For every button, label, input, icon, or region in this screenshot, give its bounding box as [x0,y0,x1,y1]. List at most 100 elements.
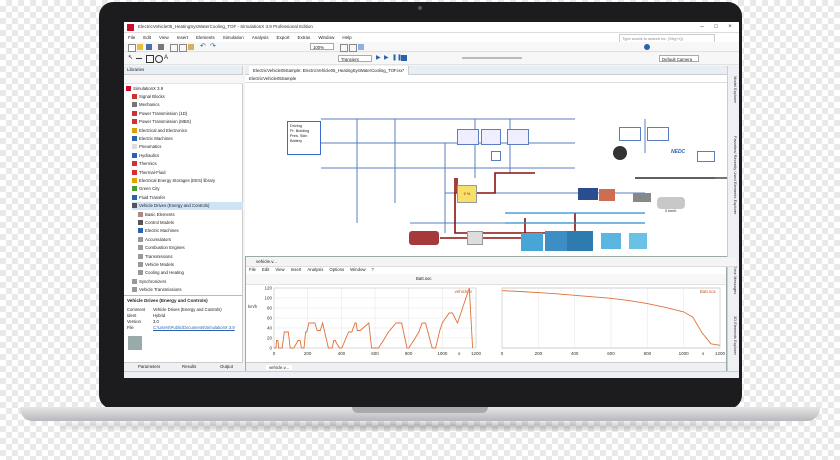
tab-model-explorer[interactable]: Model Explorer [730,76,738,103]
pointer-icon[interactable]: ↖ [128,55,134,61]
copy-icon[interactable] [179,44,187,52]
signal-block-4[interactable] [491,151,501,161]
tree-item[interactable]: Combustion Engines [138,244,243,252]
tab-error-messages[interactable]: Error Messages [730,266,738,294]
menu-analysis[interactable]: Analysis [248,33,273,42]
menu-window[interactable]: Window [314,33,338,42]
signal-block-3[interactable] [507,129,529,145]
heat-exchanger-1[interactable] [521,233,543,251]
menu-edit[interactable]: Edit [139,33,155,42]
tab-3d-elements[interactable]: 3D Elements Explorer [730,316,738,355]
plot-menu-options[interactable]: Options [326,266,347,274]
tree-item[interactable]: Synchronizers [132,278,243,286]
plot-menu-analysis[interactable]: Analysis [304,266,326,274]
menu-extras[interactable]: Extras [294,33,315,42]
driving-cycle-block[interactable]: Driving Pr. Building Pres. Skin Battery [287,121,321,155]
plot-menu-window[interactable]: Window [347,266,368,274]
tree-item[interactable]: Pneumatics [132,143,243,151]
zoom-in-icon[interactable] [340,44,348,52]
vehicle-car-icon[interactable] [657,197,685,209]
simulation-slider[interactable] [462,57,522,59]
menu-file[interactable]: File [124,33,139,42]
tab-favorites[interactable]: Favorites/ Recently Used Elements Explor… [730,136,738,214]
menu-elements[interactable]: Elements [192,33,219,42]
ellipse-icon[interactable] [155,55,163,63]
close-button[interactable]: × [723,23,737,31]
tab-parameters[interactable]: Parameters [138,364,160,369]
tree-item[interactable]: Vehicle Models [138,261,243,269]
plot-menu-help[interactable]: ? [368,266,376,274]
tree-item[interactable]: Thermal-Fluid [132,169,243,177]
stop-icon[interactable] [401,55,407,61]
driver-avatar-icon[interactable] [613,146,627,160]
paste-icon[interactable] [188,44,194,50]
heater-block[interactable] [409,231,439,245]
breadcrumb[interactable]: ElectricVehicle05Sample [245,75,727,83]
plot-menu-insert[interactable]: Insert [288,266,305,274]
tree-item[interactable]: Electric Machines [138,227,243,235]
line-icon[interactable] [136,55,142,59]
text-tool-icon[interactable]: A [164,55,170,61]
info-file-link[interactable]: C:\Users\Public\Documents\SimulationX 3.… [153,325,235,330]
zoom-out-icon[interactable] [349,44,357,52]
tree-root[interactable]: SimulationX 3.9 [126,85,163,93]
menu-insert[interactable]: Insert [173,33,192,42]
scope-block[interactable] [697,151,715,162]
rectangle-icon[interactable] [146,55,154,63]
tree-item[interactable]: Electrical and Electronics [132,127,243,135]
plot-menu-edit[interactable]: Edit [259,266,272,274]
minimize-button[interactable]: – [695,23,709,31]
tree-item[interactable]: Control Models [138,219,243,227]
cycle-generator-block[interactable] [647,127,669,141]
heat-exchanger-3[interactable] [567,231,593,251]
tree-item[interactable]: Signal Blocks [132,93,243,101]
tree-item[interactable]: Electrical Energy Storages (EES) library [132,177,243,185]
battery-block[interactable]: 0 % [457,185,477,203]
tree-item[interactable]: Vehicle Drives (Energy and Controls) [132,202,243,211]
cycle-source-block[interactable] [619,127,641,141]
redo-icon[interactable]: ↷ [210,43,216,50]
continue-icon[interactable]: ▶ [384,55,390,61]
tree-item[interactable]: Vehicle Transmissions [132,286,243,294]
document-tab[interactable]: ElectricVehicle05Sample: ElectricVehicle… [249,66,410,75]
tree-item[interactable]: Power Transmission (MBS) [132,118,243,126]
menu-help[interactable]: Help [338,33,355,42]
inverter-block[interactable] [578,188,598,200]
menu-view[interactable]: View [155,33,173,42]
zoom-select[interactable]: 100% [310,43,334,50]
menu-export[interactable]: Export [273,33,294,42]
pause-icon[interactable]: ❚❚ [392,55,402,61]
plot-tab[interactable]: vehicle.v... [266,365,292,370]
tree-item[interactable]: Electric Machines [132,135,243,143]
tree-item[interactable]: Basic Elements [138,211,243,219]
camera-select[interactable]: Default Camera [659,55,699,62]
heat-exchanger-2[interactable] [545,231,567,251]
tab-output[interactable]: Output [220,364,233,369]
maximize-button[interactable]: □ [709,23,723,31]
tree-item[interactable]: Mechanics [132,101,243,109]
tree-item[interactable]: Cooling and Heating [138,269,243,277]
tree-item[interactable]: Accumulators [138,236,243,244]
cut-icon[interactable] [170,44,178,52]
signal-block-2[interactable] [481,129,501,145]
heat-exchanger-5[interactable] [629,233,647,249]
start-icon[interactable]: ▶ [376,55,382,61]
print-icon[interactable] [158,44,164,50]
save-icon[interactable] [146,44,152,50]
tree-item[interactable]: Thermics [132,160,243,168]
tree-item[interactable]: Hydraulics [132,152,243,160]
tree-item[interactable]: Power Transmission (1D) [132,110,243,118]
gear-block[interactable] [633,193,651,202]
heat-exchanger-4[interactable] [601,233,621,249]
plot-menu-file[interactable]: File [246,266,259,274]
motor-block[interactable] [599,189,615,201]
tree-item[interactable]: Transmissions [138,253,243,261]
plot-menu-view[interactable]: View [272,266,287,274]
fit-view-icon[interactable] [358,44,364,50]
pump-block[interactable] [467,231,483,245]
open-folder-icon[interactable] [137,44,143,50]
tree-item[interactable]: Fluid Transfer [132,194,243,202]
signal-block-1[interactable] [457,129,479,145]
undo-icon[interactable]: ↶ [200,43,206,50]
help-icon[interactable] [644,44,650,50]
